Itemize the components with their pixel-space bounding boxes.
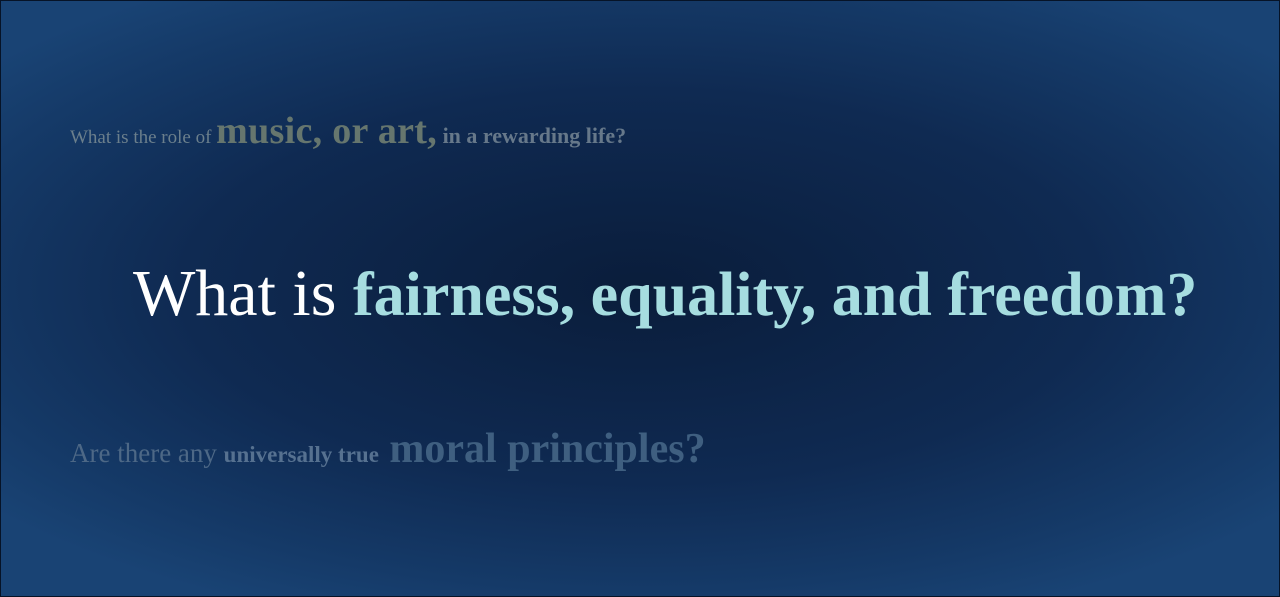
question-moral-principles: Are there any universally true moral pri… — [70, 425, 706, 473]
question-music-art-suffix: in a rewarding life? — [437, 123, 627, 148]
question-music-art: What is the role of music, or art, in a … — [70, 109, 626, 153]
slide-canvas: What is the role of music, or art, in a … — [0, 0, 1280, 597]
question-moral-emphasis: universally true — [223, 442, 379, 467]
question-moral-prefix: Are there any — [70, 438, 224, 468]
headline-highlight: fairness, equality, and freedom? — [352, 261, 1198, 329]
headline-question: What is fairness, equality, and freedom? — [133, 256, 1197, 332]
headline-lead: What is — [133, 257, 353, 330]
question-moral-suffix: moral principles? — [378, 426, 706, 472]
question-music-art-prefix: What is the role of — [70, 127, 217, 148]
question-music-art-emphasis: music, or art, — [216, 110, 438, 152]
